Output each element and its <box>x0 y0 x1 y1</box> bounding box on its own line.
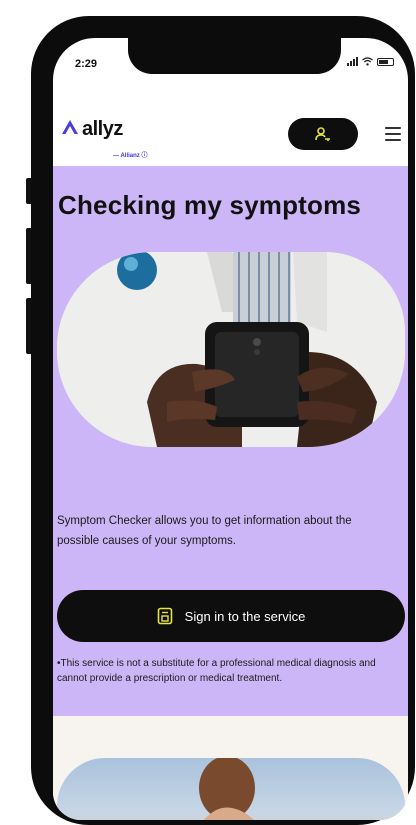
menu-icon-bar <box>385 139 401 141</box>
sign-in-label: Sign in to the service <box>184 608 306 624</box>
sign-in-button[interactable]: Sign in to the service <box>57 590 405 642</box>
wifi-icon <box>362 57 373 66</box>
logo-text: allyz <box>82 118 123 140</box>
status-icons <box>347 57 394 66</box>
phone-screen: 2:29 allyz — Allianz ⓘ Checking my sympt… <box>53 38 408 820</box>
hero-description: Symptom Checker allows you to get inform… <box>57 515 352 547</box>
allyz-logo[interactable]: allyz <box>61 118 123 141</box>
page-title: Checking my symptoms <box>58 190 362 220</box>
hero-image-doctor-phone <box>57 252 405 447</box>
hero-section: Checking my symptoms Symptom Checker all… <box>53 166 408 716</box>
menu-icon-bar <box>385 133 401 135</box>
next-section-image <box>57 758 405 820</box>
account-button[interactable] <box>288 118 358 150</box>
battery-icon <box>377 57 394 66</box>
user-key-icon <box>315 127 330 141</box>
logo-subtext: — Allianz ⓘ <box>113 153 148 159</box>
menu-icon-bar <box>385 127 401 129</box>
allyz-logo-icon <box>62 120 78 134</box>
signal-icon <box>347 57 358 66</box>
app-header: allyz — Allianz ⓘ <box>53 110 408 164</box>
next-section-card <box>53 716 408 820</box>
disclaimer-text: •This service is not a substitute for a … <box>57 658 376 684</box>
login-door-icon <box>157 607 172 625</box>
status-time: 2:29 <box>75 58 98 70</box>
phone-notch <box>128 38 341 74</box>
menu-button[interactable] <box>385 127 401 141</box>
